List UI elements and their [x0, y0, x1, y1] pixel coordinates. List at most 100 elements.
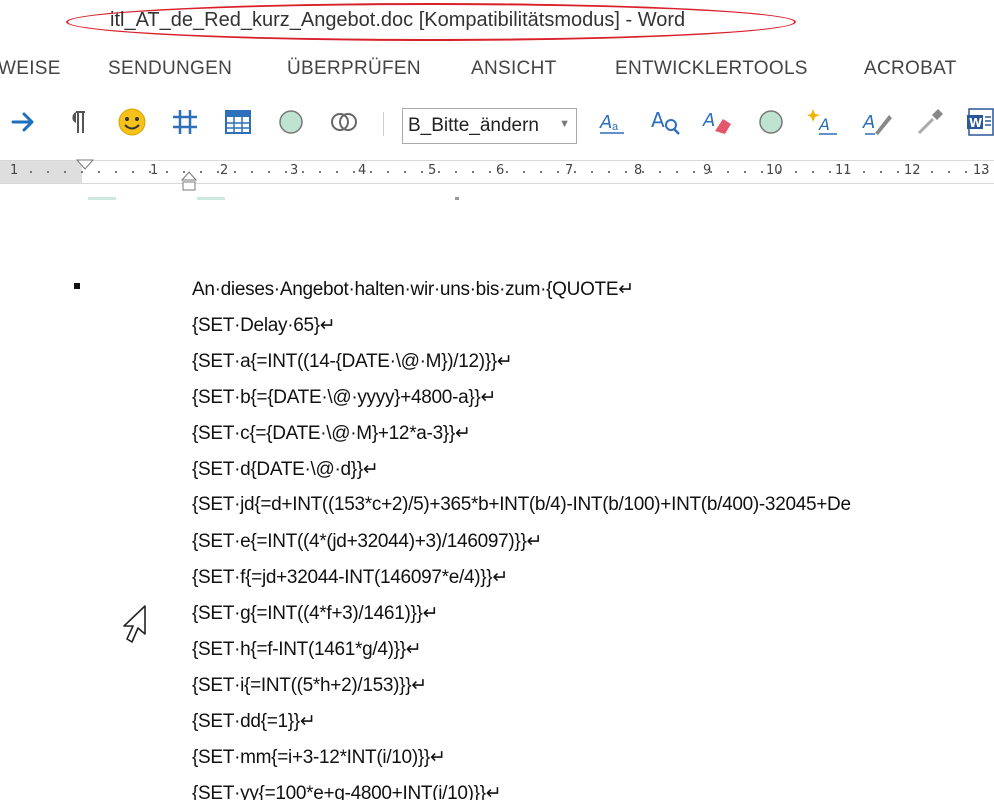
- toolbar-separator: [383, 112, 384, 136]
- ruler-number: 12: [904, 163, 921, 178]
- tab-ueberpruefen[interactable]: ÜBERPRÜFEN: [287, 58, 421, 80]
- ruler-tick: [846, 171, 848, 173]
- svg-text:A: A: [702, 110, 715, 131]
- first-line-indent-marker[interactable]: [76, 159, 94, 171]
- ruler-tick: [829, 171, 831, 173]
- pen-format-icon[interactable]: A: [861, 106, 893, 138]
- ruler-number: 7: [565, 163, 574, 178]
- text-style-icon[interactable]: Aa: [596, 106, 628, 138]
- ruler-tick: [387, 171, 389, 173]
- ruler-tick: [132, 171, 134, 173]
- tab-acrobat[interactable]: ACROBAT: [864, 58, 957, 80]
- ruler-tick: [149, 171, 151, 173]
- hanging-indent-marker[interactable]: [180, 171, 198, 195]
- ruler-tick: [251, 171, 253, 173]
- document-line[interactable]: {SET·c{={DATE·\@·M}+12*a-3}}↵: [192, 422, 471, 445]
- ruler-tick: [931, 171, 933, 173]
- ruler-tick: [795, 171, 797, 173]
- document-body[interactable]: An·dieses·Angebot·halten·wir·uns·bis·zum…: [0, 200, 994, 800]
- mouse-pointer-icon: [123, 605, 146, 643]
- ruler-tick: [336, 171, 338, 173]
- list-bullet: [74, 283, 80, 289]
- ruler-tick: [982, 171, 984, 173]
- ruler-tick: [574, 171, 576, 173]
- ruler-tick: [880, 171, 882, 173]
- ruler-tick: [47, 171, 49, 173]
- ruler-number: 2: [220, 163, 229, 178]
- svg-text:W: W: [969, 116, 982, 130]
- svg-text:A: A: [818, 115, 830, 134]
- document-line[interactable]: {SET·yy{=100*e+g-4800+INT(i/10)}}↵: [192, 782, 502, 800]
- ruler-tick: [438, 171, 440, 173]
- document-line[interactable]: {SET·a{=INT((14-{DATE·\@·M})/12)}}↵: [192, 350, 513, 373]
- toolbar: B_Bitte_ändern ▼ Aa A A A A W: [0, 88, 994, 160]
- document-line[interactable]: {SET·h{=f-INT(1461*g/4)}}↵: [192, 638, 422, 661]
- document-line[interactable]: {SET·f{=jd+32044-INT(146097*e/4)}}↵: [192, 566, 508, 589]
- ruler-number: 6: [496, 163, 505, 178]
- ruler-tick: [421, 171, 423, 173]
- ruler-tick: [676, 171, 678, 173]
- document-line[interactable]: An·dieses·Angebot·halten·wir·uns·bis·zum…: [192, 278, 634, 301]
- ruler-tick: [30, 171, 32, 173]
- document-line[interactable]: {SET·d{DATE·\@·d}}↵: [192, 458, 379, 481]
- svg-text:A: A: [651, 108, 665, 132]
- ruler-tick: [404, 171, 406, 173]
- green-circle-icon[interactable]: [275, 106, 307, 138]
- ruler-tick: [914, 171, 916, 173]
- ruler-tick: [608, 171, 610, 173]
- title-bar: itl_AT_de_Red_kurz_Angebot.doc [Kompatib…: [0, 0, 994, 48]
- document-line[interactable]: {SET·i{=INT((5*h+2)/153)}}↵: [192, 674, 427, 697]
- ruler-tick: [455, 171, 457, 173]
- dropper-icon[interactable]: [913, 106, 945, 138]
- word-icon[interactable]: W: [964, 106, 994, 138]
- document-line[interactable]: {SET·mm{=i+3-12*INT(i/10)}}↵: [192, 746, 446, 769]
- ruler-tick: [710, 171, 712, 173]
- svg-text:A: A: [862, 112, 875, 133]
- ruler-tick: [659, 171, 661, 173]
- sparkle-format-icon[interactable]: A: [807, 106, 839, 138]
- ruler-tick: [353, 171, 355, 173]
- ruler-tick: [319, 171, 321, 173]
- ruler-tick: [302, 171, 304, 173]
- document-line[interactable]: {SET·b{={DATE·\@·yyyy}+4800-a}}↵: [192, 386, 496, 409]
- ruler-tick: [183, 171, 185, 173]
- chevron-down-icon[interactable]: ▼: [559, 118, 570, 130]
- document-line[interactable]: {SET·g{=INT((4*f+3)/1461)}}↵: [192, 602, 439, 625]
- ruler-tick: [115, 171, 117, 173]
- smiley-icon[interactable]: [116, 106, 148, 138]
- ribbon-tabs: WEISE SENDUNGEN ÜBERPRÜFEN ANSICHT ENTWI…: [0, 48, 994, 88]
- find-format-icon[interactable]: A: [649, 106, 681, 138]
- ruler-tick: [642, 171, 644, 173]
- ruler-tick: [540, 171, 542, 173]
- document-line[interactable]: {SET·dd{=1}}↵: [192, 710, 316, 733]
- ruler-number: 3: [290, 163, 299, 178]
- ruler-tick: [897, 171, 899, 173]
- grid-hash-icon[interactable]: [169, 106, 201, 138]
- ruler-tick: [200, 171, 202, 173]
- tab-weise[interactable]: WEISE: [0, 58, 61, 80]
- svg-text:a: a: [612, 121, 619, 133]
- ruler-tick: [285, 171, 287, 173]
- table-icon[interactable]: [222, 106, 254, 138]
- green-dot-icon[interactable]: [755, 106, 787, 138]
- tab-entwicklertools[interactable]: ENTWICKLERTOOLS: [615, 58, 808, 80]
- arrow-right-icon[interactable]: [8, 106, 40, 138]
- tab-ansicht[interactable]: ANSICHT: [471, 58, 557, 80]
- ruler-tick: [863, 171, 865, 173]
- ruler-tick: [557, 171, 559, 173]
- document-line[interactable]: {SET·e{=INT((4*(jd+32044)+3)/146097)}}↵: [192, 530, 542, 553]
- document-line[interactable]: {SET·Delay·65}↵: [192, 314, 336, 337]
- document-line[interactable]: {SET·jd{=d+INT((153*c+2)/5)+365*b+INT(b/…: [192, 494, 851, 516]
- ruler-tick: [64, 171, 66, 173]
- style-dropdown[interactable]: B_Bitte_ändern ▼: [402, 108, 577, 144]
- interlocking-circles-icon[interactable]: [328, 106, 360, 138]
- eraser-icon[interactable]: A: [701, 106, 733, 138]
- ruler-tick: [727, 171, 729, 173]
- ruler-number: 4: [358, 163, 367, 178]
- ruler-tick: [217, 171, 219, 173]
- horizontal-ruler[interactable]: 1 1 2 3 4 5 6 7 8 9 10 11 12 13: [0, 159, 994, 191]
- ruler-tick: [81, 171, 83, 173]
- style-dropdown-value: B_Bitte_ändern: [408, 115, 539, 136]
- pilcrow-icon[interactable]: [61, 106, 93, 138]
- tab-sendungen[interactable]: SENDUNGEN: [108, 58, 232, 80]
